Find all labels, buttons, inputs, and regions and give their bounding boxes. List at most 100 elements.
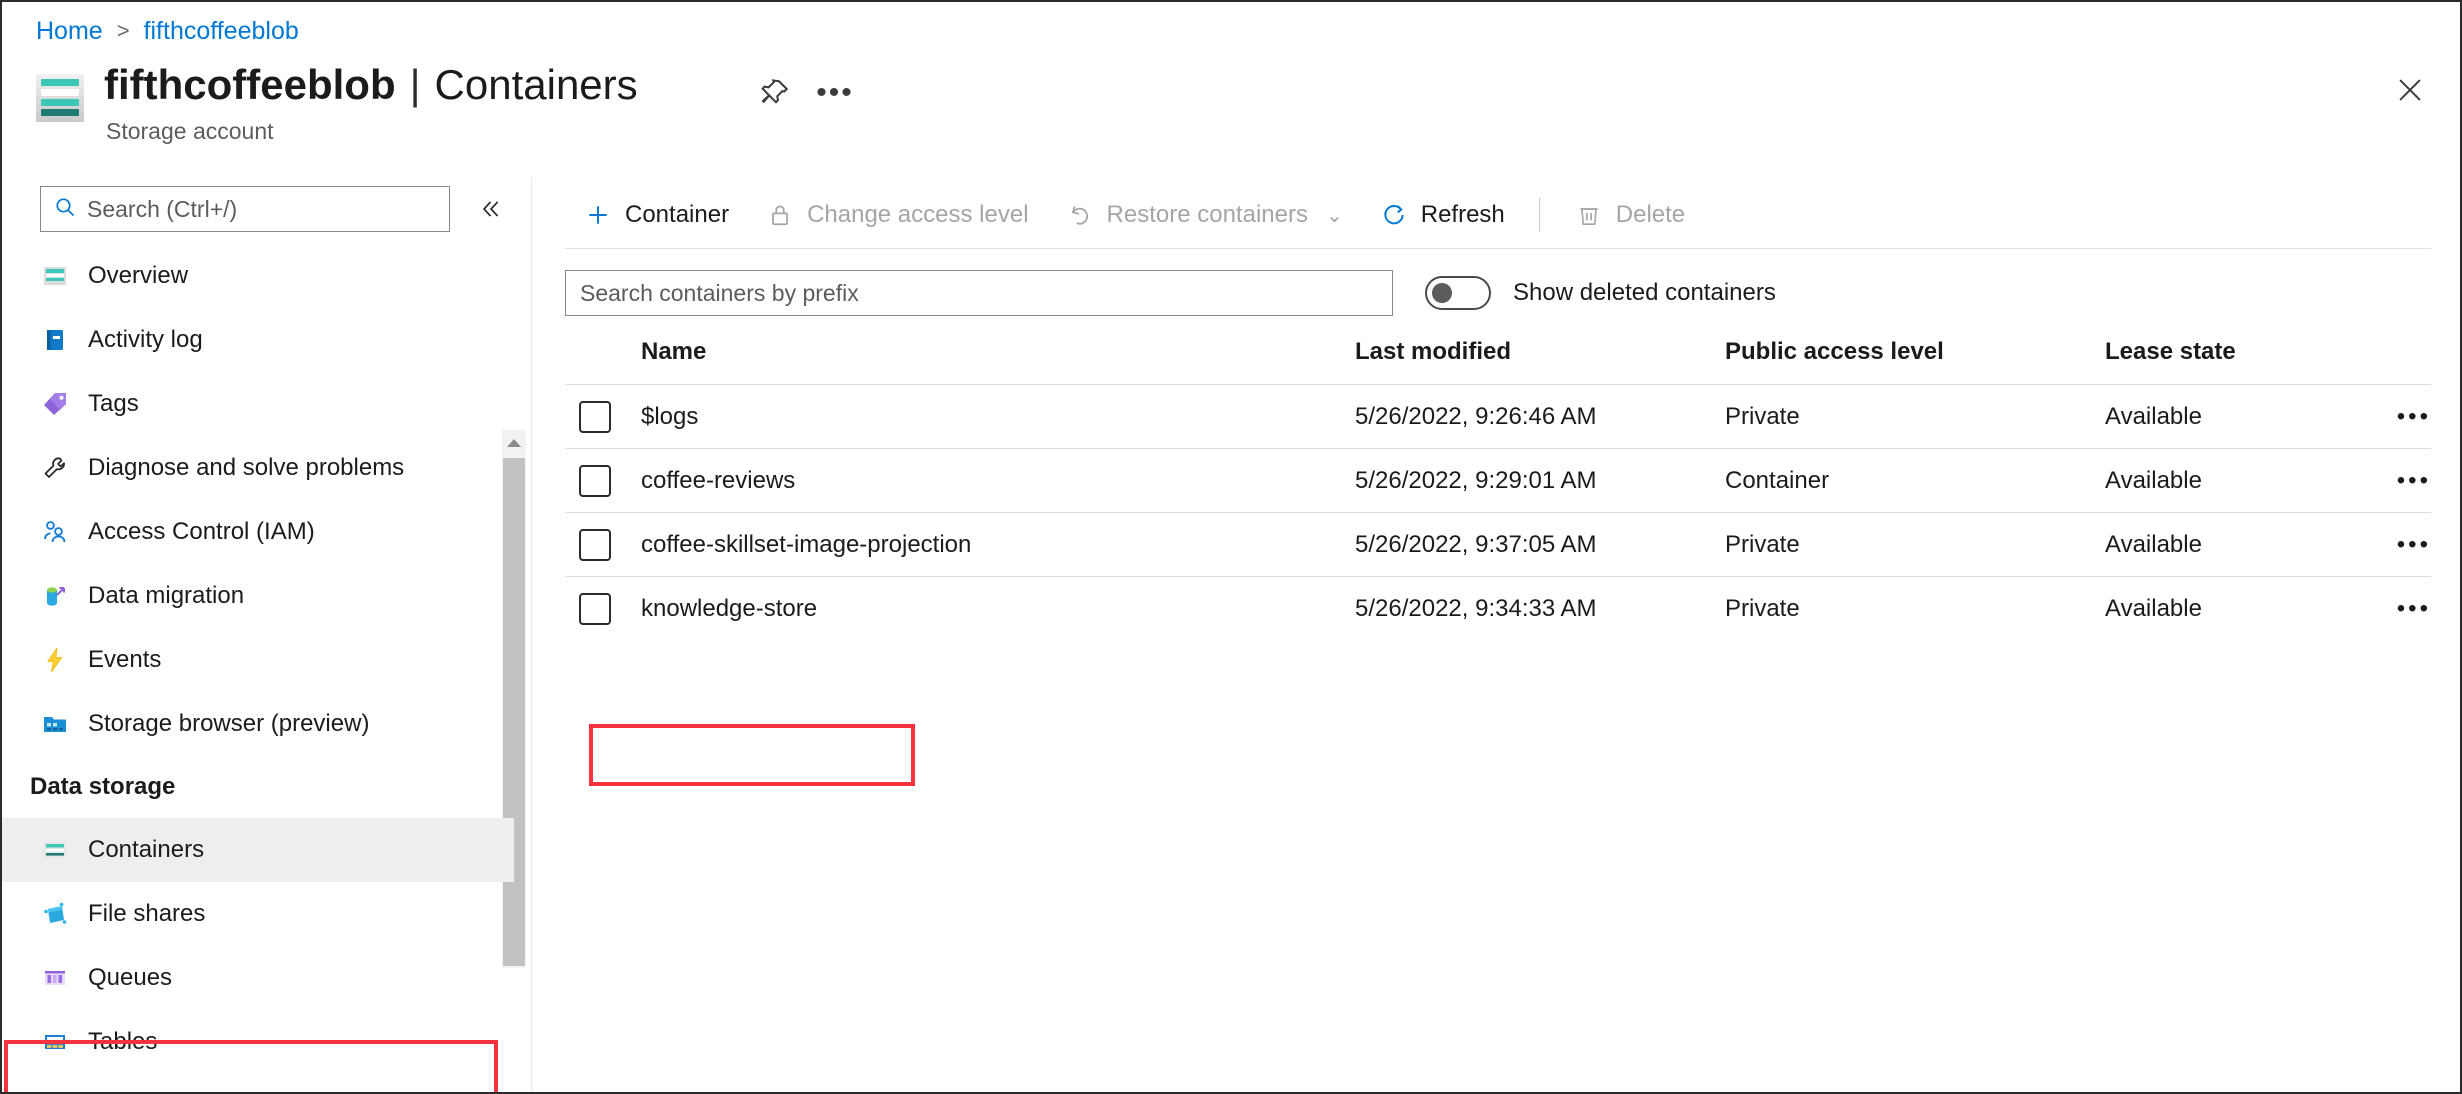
container-prefix-search-input[interactable] (565, 270, 1393, 316)
sidebar-item-data-migration[interactable]: Data migration (2, 564, 514, 628)
row-menu-icon[interactable]: ••• (2351, 384, 2431, 449)
cell-last-modified: 5/26/2022, 9:29:01 AM (1355, 448, 1725, 513)
sidebar-search[interactable] (40, 186, 450, 232)
row-menu-icon[interactable]: ••• (2351, 448, 2431, 513)
ellipsis-icon[interactable]: ••• (814, 72, 856, 114)
column-header-name[interactable]: Name (641, 330, 1355, 385)
people-icon (40, 517, 70, 547)
cell-name[interactable]: coffee-skillset-image-projection (641, 512, 1355, 577)
sidebar: Overview Activity log (2, 178, 532, 1092)
wrench-icon (40, 453, 70, 483)
breadcrumb-home-link[interactable]: Home (36, 17, 103, 46)
change-access-level-label: Change access level (807, 201, 1029, 228)
row-checkbox[interactable] (579, 528, 611, 561)
resource-name: fifthcoffeeblob (104, 61, 396, 108)
add-container-label: Container (625, 201, 730, 228)
filter-row: Show deleted containers (565, 270, 1776, 316)
sidebar-nav-list: Overview Activity log Tags Diagnose and … (2, 244, 514, 1092)
delete-label: Delete (1615, 201, 1686, 228)
table-row[interactable]: coffee-reviews 5/26/2022, 9:29:01 AM Con… (565, 448, 2431, 513)
sidebar-item-file-shares[interactable]: File shares (2, 882, 514, 946)
chevron-double-left-icon[interactable] (472, 192, 508, 226)
restore-containers-button[interactable]: Restore containers ⌄ (1047, 189, 1361, 241)
row-select-cell (565, 512, 641, 577)
sidebar-item-label: Tables (88, 1028, 158, 1055)
sidebar-item-storage-browser-preview[interactable]: Storage browser (preview) (2, 692, 514, 756)
cell-lease-state: Available (2105, 448, 2351, 513)
table-row[interactable]: coffee-skillset-image-projection 5/26/20… (565, 512, 2431, 577)
sidebar-item-queues[interactable]: Queues (2, 946, 514, 1010)
show-deleted-containers-toggle-group: Show deleted containers (1425, 276, 1776, 310)
sidebar-item-events[interactable]: Events (2, 628, 514, 692)
row-menu-icon[interactable]: ••• (2351, 576, 2431, 641)
change-access-level-button[interactable]: Change access level (747, 189, 1046, 241)
sidebar-group-title-data-storage: Data storage (30, 773, 176, 800)
table-header-row: Name Last modified Public access level L… (565, 330, 2431, 385)
data-migration-icon (40, 581, 70, 611)
toggle-knob (1432, 283, 1452, 303)
column-header-last-modified[interactable]: Last modified (1355, 330, 1725, 385)
lock-icon (765, 200, 795, 230)
sidebar-item-label: Storage browser (preview) (88, 710, 370, 737)
column-header-public-access-level[interactable]: Public access level (1725, 330, 2105, 385)
cell-last-modified: 5/26/2022, 9:26:46 AM (1355, 384, 1725, 449)
sidebar-item-activity-log[interactable]: Activity log (2, 308, 514, 372)
breadcrumb-current-link[interactable]: fifthcoffeeblob (144, 17, 299, 46)
chevron-down-icon: ⌄ (1325, 204, 1343, 227)
undo-icon (1065, 200, 1095, 230)
sidebar-item-tables[interactable]: Tables (2, 1010, 514, 1074)
main-content: Container Change access level Restore co… (533, 178, 2460, 1092)
toolbar-divider-line (565, 248, 2431, 249)
pin-icon[interactable] (754, 72, 796, 114)
cell-lease-state: Available (2105, 384, 2351, 449)
column-header-actions (2351, 330, 2431, 385)
cell-name[interactable]: coffee-reviews (641, 448, 1355, 513)
cell-lease-state: Available (2105, 512, 2351, 577)
sidebar-item-label: Events (88, 646, 162, 673)
queues-icon (40, 963, 70, 993)
show-deleted-containers-label: Show deleted containers (1513, 279, 1776, 306)
cell-public-access-level: Private (1725, 384, 2105, 449)
row-checkbox[interactable] (579, 592, 611, 625)
row-checkbox[interactable] (579, 464, 611, 497)
sidebar-item-label: Containers (88, 836, 205, 863)
sidebar-item-label: File shares (88, 900, 206, 927)
cell-name[interactable]: $logs (641, 384, 1355, 449)
azure-portal-blade: Home > fifthcoffeeblob fifthcoffeeblob |… (0, 0, 2462, 1094)
column-header-lease-state[interactable]: Lease state (2105, 330, 2351, 385)
toolbar-divider (1538, 198, 1540, 232)
cell-last-modified: 5/26/2022, 9:34:33 AM (1355, 576, 1725, 641)
row-menu-icon[interactable]: ••• (2351, 512, 2431, 577)
cell-name[interactable]: knowledge-store (641, 576, 1355, 641)
sidebar-item-access-control-iam[interactable]: Access Control (IAM) (2, 500, 514, 564)
select-all-header (565, 330, 641, 385)
close-icon[interactable] (2386, 66, 2434, 114)
delete-button[interactable]: Delete (1556, 189, 1703, 241)
file-shares-icon (40, 899, 70, 929)
sidebar-item-tags[interactable]: Tags (2, 372, 514, 436)
sidebar-item-label: Overview (88, 262, 189, 289)
sidebar-item-diagnose-and-solve-problems[interactable]: Diagnose and solve problems (2, 436, 514, 500)
refresh-label: Refresh (1420, 201, 1505, 228)
add-container-button[interactable]: Container (565, 189, 747, 241)
show-deleted-containers-toggle[interactable] (1425, 276, 1491, 310)
breadcrumb-separator: > (116, 18, 130, 43)
page-title: fifthcoffeeblob | Containers (104, 60, 638, 110)
sidebar-item-containers[interactable]: Containers (2, 818, 514, 882)
sidebar-item-label: Access Control (IAM) (88, 518, 315, 545)
table-row[interactable]: knowledge-store 5/26/2022, 9:34:33 AM Pr… (565, 576, 2431, 641)
plus-icon (583, 200, 613, 230)
sidebar-item-overview[interactable]: Overview (2, 244, 514, 308)
sidebar-item-label: Data migration (88, 582, 245, 609)
trash-icon (1574, 200, 1604, 230)
row-checkbox[interactable] (579, 400, 611, 433)
storage-account-icon (40, 261, 70, 291)
cell-lease-state: Available (2105, 576, 2351, 641)
refresh-button[interactable]: Refresh (1361, 189, 1523, 241)
sidebar-item-label: Queues (88, 964, 173, 991)
containers-icon (40, 835, 70, 865)
cell-public-access-level: Private (1725, 512, 2105, 577)
cell-public-access-level: Private (1725, 576, 2105, 641)
table-row[interactable]: $logs 5/26/2022, 9:26:46 AM Private Avai… (565, 384, 2431, 449)
search-input[interactable] (87, 195, 437, 223)
